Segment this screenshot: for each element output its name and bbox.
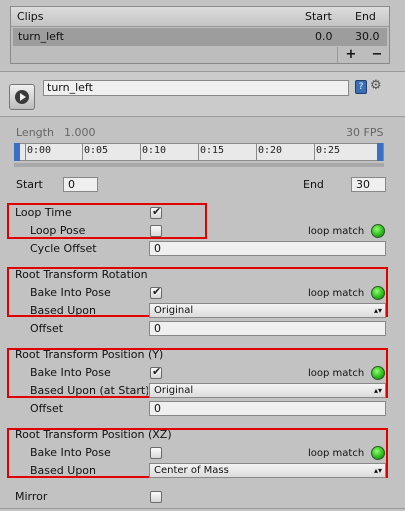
- divider: [0, 508, 405, 509]
- play-button[interactable]: [9, 84, 35, 110]
- end-field[interactable]: 30: [351, 177, 386, 192]
- chevron-updown-icon: ▴▾: [373, 466, 382, 475]
- timeline-end-handle[interactable]: [377, 143, 383, 161]
- timeline-tick: [25, 144, 26, 160]
- loop-match-indicator-icon: [371, 224, 385, 238]
- position-y-offset-field[interactable]: 0: [149, 401, 386, 416]
- position-y-bake-checkbox[interactable]: [150, 365, 162, 379]
- position-xz-loop-match-indicator-icon: [371, 446, 385, 460]
- clips-header-end: End: [355, 10, 376, 23]
- timeline-tick: [82, 144, 83, 160]
- fps-value: 30 FPS: [346, 126, 384, 139]
- position-y-loop-match-label: loop match: [308, 368, 365, 379]
- clips-header-start: Start: [305, 10, 332, 23]
- timeline-tick-label: 0:05: [84, 145, 109, 156]
- rotation-bake-checkbox[interactable]: [150, 285, 162, 299]
- rotation-bake-label: Bake Into Pose: [30, 286, 111, 299]
- clip-name-field[interactable]: turn_left: [43, 80, 349, 96]
- loop-time-checkbox[interactable]: [150, 205, 162, 219]
- timeline-tick: [140, 144, 141, 160]
- position-xz-based-upon-dropdown[interactable]: Center of Mass ▴▾: [149, 463, 386, 478]
- clips-panel: Clips Start End turn_left 0.0 30.0 + −: [10, 6, 390, 64]
- position-y-based-upon-value: Original: [154, 385, 194, 396]
- clip-row[interactable]: turn_left 0.0 30.0: [13, 28, 387, 46]
- clip-row-end: 30.0: [355, 30, 380, 43]
- end-label: End: [303, 178, 324, 191]
- clip-row-name: turn_left: [18, 30, 64, 43]
- position-y-based-upon-label: Based Upon (at Start): [30, 384, 148, 397]
- loop-pose-label: Loop Pose: [30, 224, 86, 237]
- chevron-updown-icon: ▴▾: [373, 386, 382, 395]
- rotation-section-title: Root Transform Rotation: [15, 268, 148, 281]
- clips-header: Clips Start End: [11, 7, 389, 27]
- rotation-offset-label: Offset: [30, 322, 64, 335]
- timeline-tick-label: 0:10: [142, 145, 167, 156]
- chevron-updown-icon: ▴▾: [373, 306, 382, 315]
- timeline-ruler[interactable]: 0:00 0:05 0:10 0:15 0:20 0:25: [14, 143, 384, 161]
- help-icon[interactable]: ?: [355, 80, 367, 94]
- position-y-offset-label: Offset: [30, 402, 64, 415]
- position-y-based-upon-dropdown[interactable]: Original ▴▾: [149, 383, 386, 398]
- timeline-tick: [314, 144, 315, 160]
- cycle-offset-label: Cycle Offset: [30, 242, 97, 255]
- timeline-tick: [256, 144, 257, 160]
- position-y-bake-label: Bake Into Pose: [30, 366, 111, 379]
- clips-header-name: Clips: [17, 10, 44, 23]
- rotation-loop-match-indicator-icon: [371, 286, 385, 300]
- mirror-label: Mirror: [15, 490, 48, 503]
- rotation-offset-field[interactable]: 0: [149, 321, 386, 336]
- clips-buttons: + −: [337, 47, 389, 63]
- loop-time-label: Loop Time: [15, 206, 72, 219]
- start-label: Start: [16, 178, 43, 191]
- play-icon: [15, 90, 29, 104]
- add-clip-button[interactable]: +: [338, 47, 364, 63]
- gear-icon[interactable]: ⚙: [370, 79, 384, 93]
- position-xz-based-upon-label: Based Upon: [30, 464, 96, 477]
- loop-pose-checkbox[interactable]: [150, 225, 162, 237]
- timeline-tick-label: 0:15: [200, 145, 225, 156]
- position-y-loop-match-indicator-icon: [371, 366, 385, 380]
- loop-match-label: loop match: [308, 226, 365, 237]
- mirror-checkbox[interactable]: [150, 491, 162, 503]
- position-xz-bake-label: Bake Into Pose: [30, 446, 111, 459]
- position-xz-section-title: Root Transform Position (XZ): [15, 428, 172, 441]
- timeline-tick-label: 0:00: [27, 145, 52, 156]
- remove-clip-button[interactable]: −: [364, 47, 390, 63]
- rotation-based-upon-value: Original: [154, 305, 194, 316]
- clip-row-start: 0.0: [315, 30, 333, 43]
- rotation-loop-match-label: loop match: [308, 288, 365, 299]
- timeline-track: [14, 163, 384, 167]
- position-xz-bake-checkbox[interactable]: [150, 447, 162, 459]
- length-label: Length: [16, 126, 54, 139]
- timeline-tick-label: 0:20: [258, 145, 283, 156]
- rotation-based-upon-dropdown[interactable]: Original ▴▾: [149, 303, 386, 318]
- timeline-start-handle[interactable]: [14, 143, 20, 161]
- start-field[interactable]: 0: [63, 177, 98, 192]
- cycle-offset-field[interactable]: 0: [149, 241, 386, 256]
- position-xz-based-upon-value: Center of Mass: [154, 465, 229, 476]
- rotation-based-upon-label: Based Upon: [30, 304, 96, 317]
- timeline-tick-label: 0:25: [316, 145, 341, 156]
- timeline-tick: [198, 144, 199, 160]
- position-xz-loop-match-label: loop match: [308, 448, 365, 459]
- length-value: 1.000: [64, 126, 96, 139]
- position-y-section-title: Root Transform Position (Y): [15, 348, 164, 361]
